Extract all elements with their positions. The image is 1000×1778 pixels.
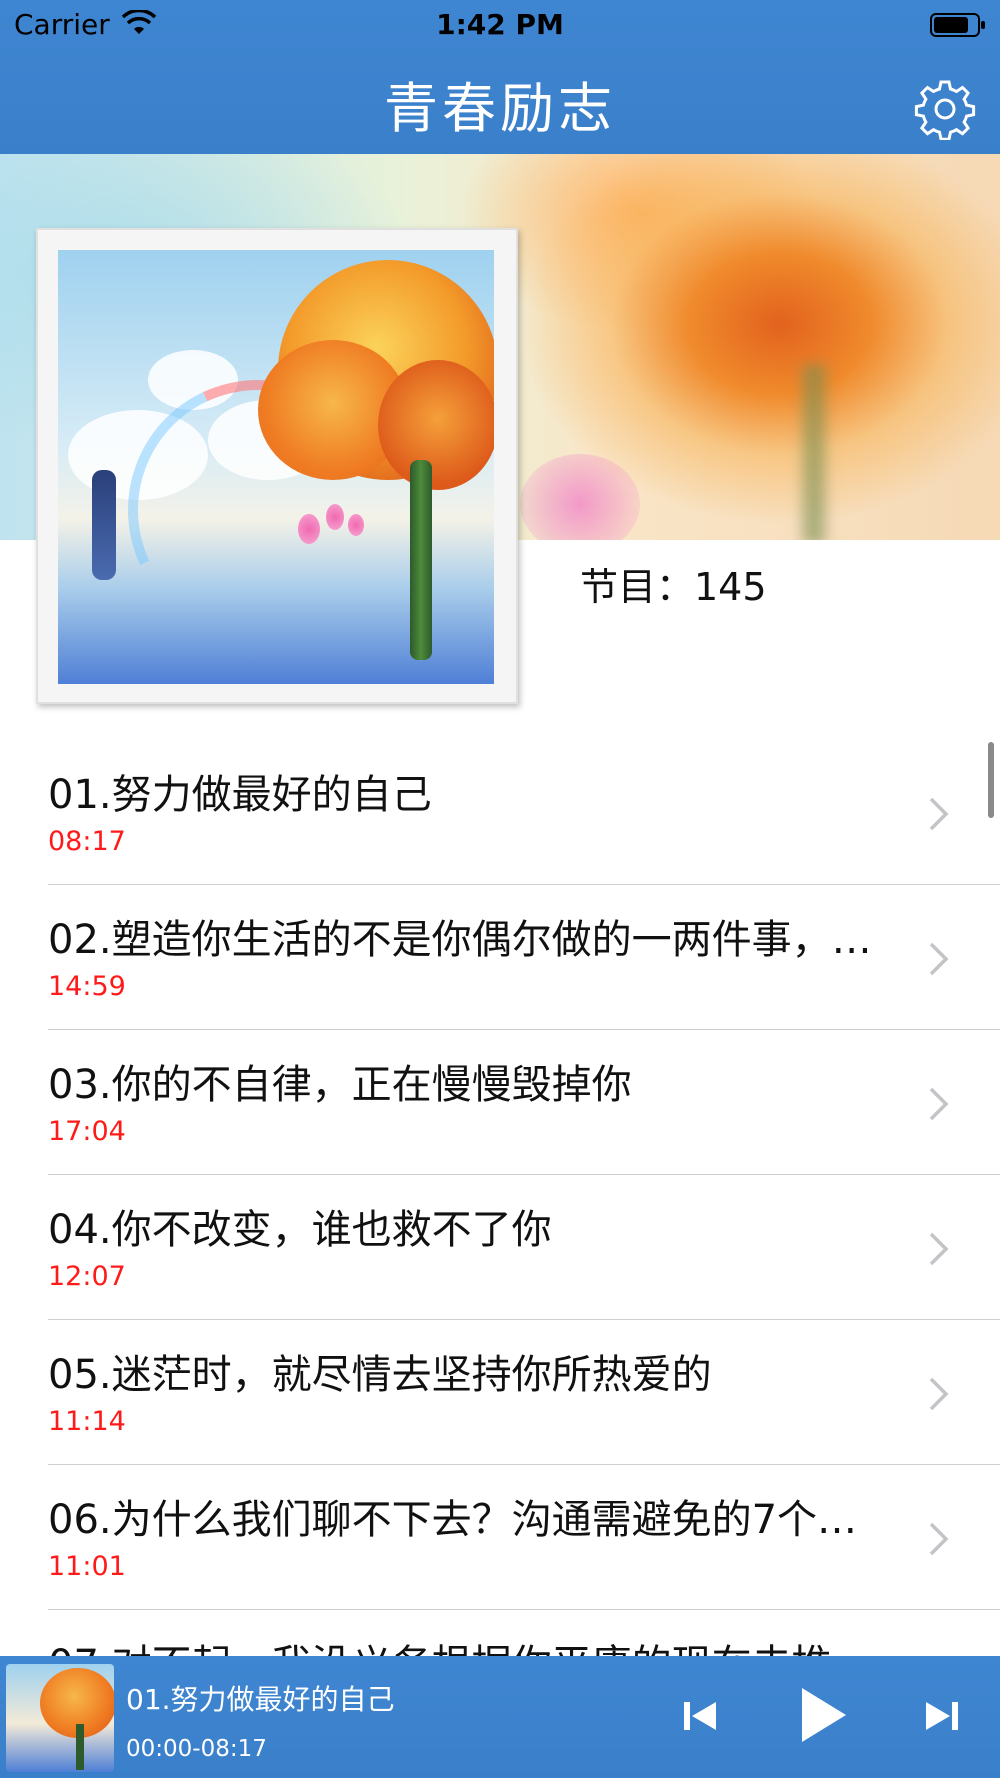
track-duration: 12:07 [48, 1261, 126, 1292]
chevron-right-icon [929, 1377, 949, 1411]
banner-decoration [800, 364, 828, 540]
episode-count: 节目：145 [580, 565, 767, 609]
list-item[interactable]: 04.你不改变，谁也救不了你 12:07 [0, 1175, 1000, 1320]
track-title: 03.你的不自律，正在慢慢毁掉你 [48, 1062, 632, 1108]
navigation-bar: Carrier 1:42 PM 青春励志 [0, 0, 1000, 154]
page-title: 青春励志 [384, 77, 616, 140]
track-title: 05.迷茫时，就尽情去坚持你所热爱的 [48, 1352, 712, 1398]
chevron-right-icon [929, 797, 949, 831]
track-title: 06.为什么我们聊不下去？沟通需避免的7个… [48, 1497, 858, 1543]
chevron-right-icon [929, 1232, 949, 1266]
track-duration: 14:59 [48, 971, 126, 1002]
list-item[interactable]: 02.塑造你生活的不是你偶尔做的一两件事，… 14:59 [0, 885, 1000, 1030]
battery-icon [930, 13, 985, 37]
chevron-right-icon [929, 1522, 949, 1556]
mini-player[interactable]: 01.努力做最好的自己 00:00-08:17 [0, 1656, 1000, 1778]
previous-icon[interactable] [680, 1696, 720, 1736]
list-item[interactable]: 03.你的不自律，正在慢慢毁掉你 17:04 [0, 1030, 1000, 1175]
now-playing-time: 00:00-08:17 [126, 1736, 267, 1762]
track-title: 02.塑造你生活的不是你偶尔做的一两件事，… [48, 917, 872, 963]
now-playing-artwork [6, 1664, 114, 1772]
track-duration: 11:14 [48, 1406, 126, 1437]
list-item[interactable]: 06.为什么我们聊不下去？沟通需避免的7个… 11:01 [0, 1465, 1000, 1610]
app-screen: Carrier 1:42 PM 青春励志 节目：145 01.努力做最好的自己 … [0, 0, 1000, 1778]
list-scrollbar[interactable] [988, 742, 994, 818]
status-time: 1:42 PM [436, 8, 564, 41]
list-item[interactable]: 05.迷茫时，就尽情去坚持你所热爱的 11:14 [0, 1320, 1000, 1465]
next-icon[interactable] [922, 1696, 962, 1736]
chevron-right-icon [929, 942, 949, 976]
track-duration: 08:17 [48, 826, 126, 857]
gear-icon[interactable] [914, 78, 976, 140]
list-item[interactable]: 01.努力做最好的自己 08:17 [0, 740, 1000, 885]
track-title: 01.努力做最好的自己 [48, 772, 432, 818]
track-duration: 11:01 [48, 1551, 126, 1582]
play-icon[interactable] [796, 1684, 850, 1746]
now-playing-title: 01.努力做最好的自己 [126, 1683, 395, 1716]
track-title: 04.你不改变，谁也救不了你 [48, 1207, 552, 1253]
banner-decoration [520, 454, 640, 540]
album-cover-image [58, 250, 494, 684]
track-duration: 17:04 [48, 1116, 126, 1147]
status-bar: Carrier 1:42 PM [0, 0, 1000, 50]
album-cover [36, 228, 518, 704]
chevron-right-icon [929, 1087, 949, 1121]
